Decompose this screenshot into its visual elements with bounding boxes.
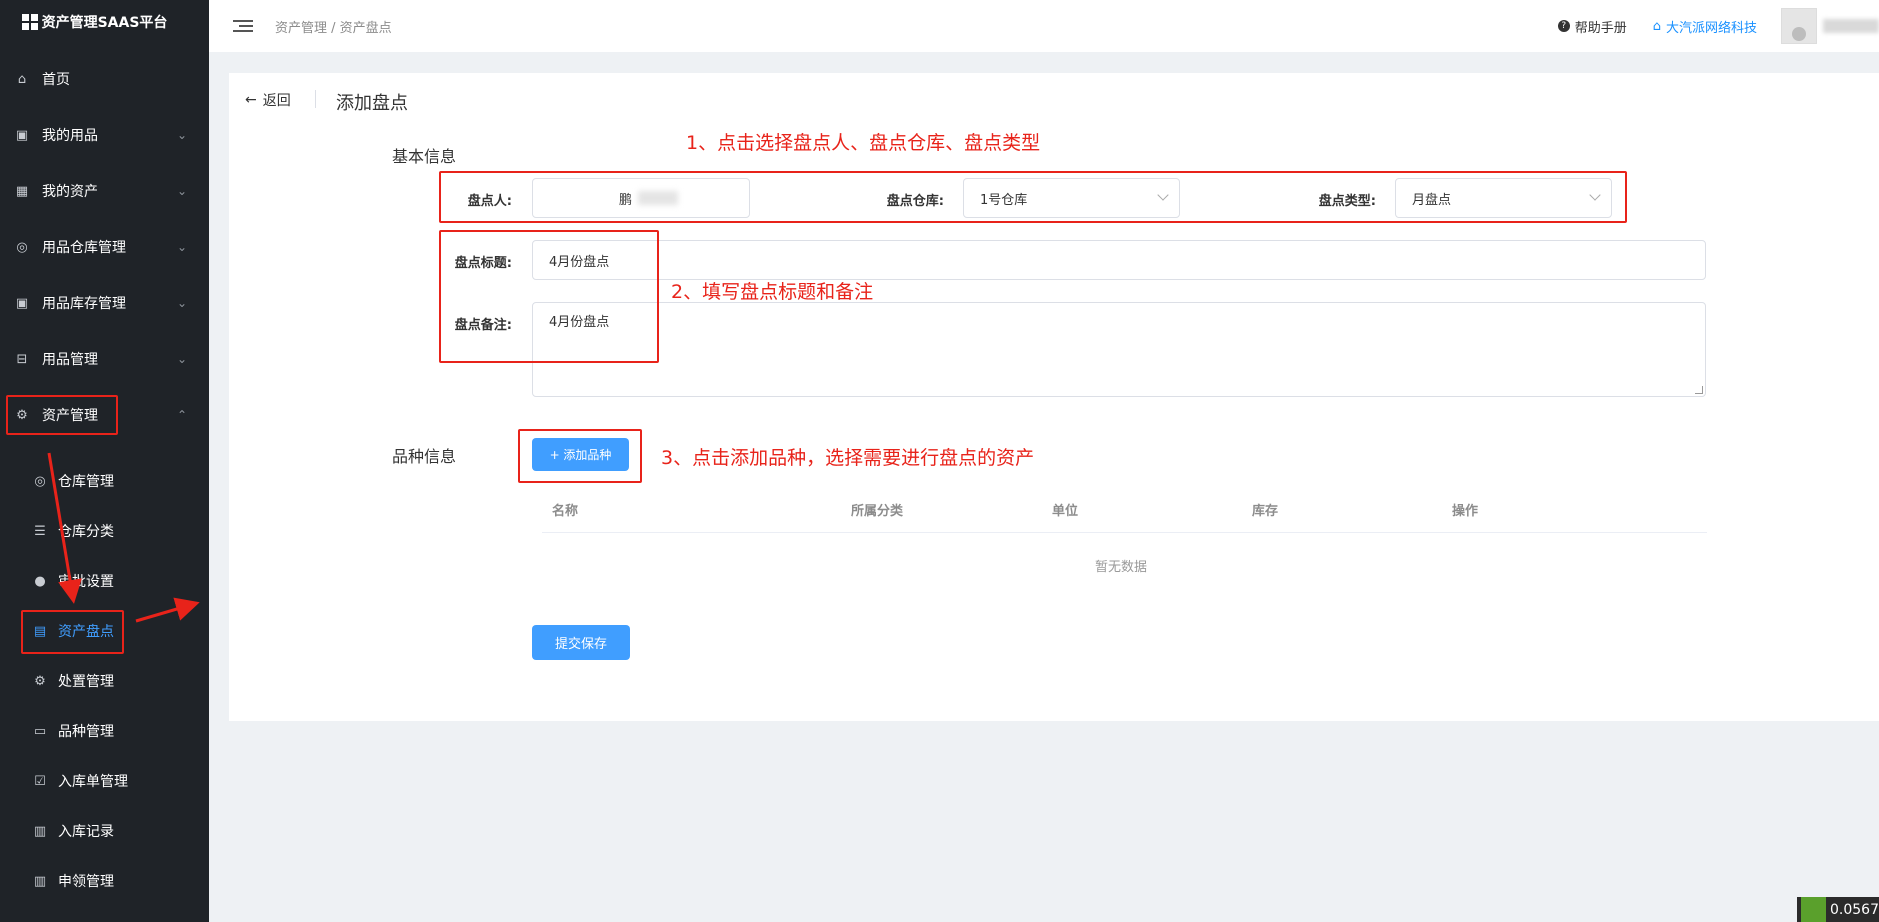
arrow-down-annotation <box>47 452 82 604</box>
leaf-logo-icon <box>1801 897 1826 922</box>
widget-value: 0.0567 <box>1830 901 1879 918</box>
annotation-arrows <box>47 452 200 623</box>
speed-widget: 0.0567 <box>1797 897 1879 922</box>
arrow-right-annotation <box>135 597 200 623</box>
